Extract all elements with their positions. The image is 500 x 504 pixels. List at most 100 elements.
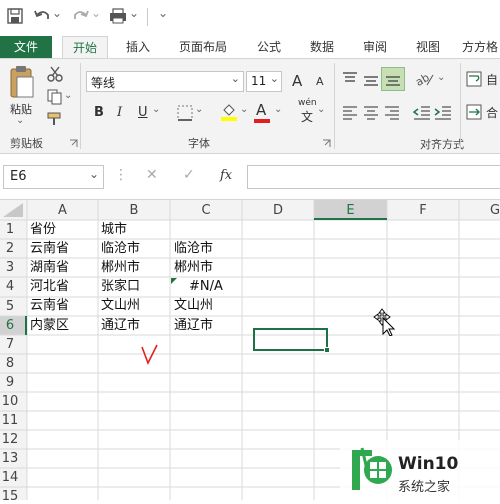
tab-home[interactable]: 开始 xyxy=(62,36,108,59)
column-header-b[interactable]: B xyxy=(98,203,170,218)
cell-c4[interactable]: #N/A xyxy=(189,277,223,296)
row-header[interactable]: 3 xyxy=(0,260,20,275)
wrap-text-label[interactable]: 自 xyxy=(486,71,498,88)
format-painter-icon[interactable] xyxy=(46,111,64,127)
merge-center-icon[interactable] xyxy=(466,104,482,120)
align-center-icon[interactable] xyxy=(362,104,380,120)
cell-a6[interactable]: 内蒙区 xyxy=(30,316,69,335)
tab-data[interactable]: 数据 xyxy=(302,36,342,58)
row-header[interactable]: 15 xyxy=(0,489,20,504)
decrease-font-icon[interactable]: A xyxy=(316,75,324,88)
tab-fangfang[interactable]: 方方格 xyxy=(462,36,500,58)
row-header[interactable]: 5 xyxy=(0,299,20,314)
cell-a1[interactable]: 省份 xyxy=(30,220,56,239)
row-header[interactable]: 7 xyxy=(0,337,20,352)
tab-file[interactable]: 文件 xyxy=(0,36,52,58)
row-header[interactable]: 14 xyxy=(0,470,20,485)
copy-dropdown-icon[interactable]: ⌄ xyxy=(64,90,72,101)
formula-input[interactable] xyxy=(247,165,500,189)
font-color-dropdown-icon[interactable]: ⌄ xyxy=(274,104,282,115)
cell-a3[interactable]: 湖南省 xyxy=(30,258,69,277)
row-header[interactable]: 10 xyxy=(0,394,20,409)
save-icon[interactable] xyxy=(6,7,24,25)
enter-icon[interactable]: ✓ xyxy=(183,167,195,183)
column-header-c[interactable]: C xyxy=(170,203,242,218)
font-size-box[interactable]: 11 ⌄ xyxy=(246,71,282,92)
paste-dropdown-icon[interactable]: ⌄ xyxy=(16,115,24,126)
cell-b3[interactable]: 郴州市 xyxy=(101,258,140,277)
italic-button[interactable]: I xyxy=(117,105,122,120)
phonetic-dropdown-icon[interactable]: ⌄ xyxy=(317,104,325,115)
align-left-icon[interactable] xyxy=(341,104,359,120)
column-header-e[interactable]: E xyxy=(314,203,387,218)
cell-c5[interactable]: 文山州 xyxy=(174,296,213,315)
align-right-icon[interactable] xyxy=(383,104,401,120)
bold-button[interactable]: B xyxy=(94,105,104,120)
fill-handle[interactable] xyxy=(324,347,330,353)
row-header[interactable]: 8 xyxy=(0,356,20,371)
merge-center-label[interactable]: 合 xyxy=(486,104,498,121)
underline-button[interactable]: U xyxy=(138,105,148,120)
cell-a5[interactable]: 云南省 xyxy=(30,296,69,315)
tab-review[interactable]: 审阅 xyxy=(355,36,395,58)
decrease-indent-icon[interactable] xyxy=(413,104,431,120)
clipboard-launcher-icon[interactable] xyxy=(69,139,78,148)
cell-c3[interactable]: 郴州市 xyxy=(174,258,213,277)
increase-indent-icon[interactable] xyxy=(434,104,452,120)
borders-icon[interactable] xyxy=(177,105,193,121)
font-size-dropdown-icon[interactable]: ⌄ xyxy=(270,72,279,85)
cell-b5[interactable]: 文山州 xyxy=(101,296,140,315)
increase-font-icon[interactable]: A xyxy=(292,72,302,90)
cell-a4[interactable]: 河北省 xyxy=(30,277,69,296)
fill-color-dropdown-icon[interactable]: ⌄ xyxy=(240,104,248,115)
tab-page-layout[interactable]: 页面布局 xyxy=(172,36,234,58)
tab-view[interactable]: 视图 xyxy=(408,36,448,58)
copy-icon[interactable] xyxy=(46,88,64,106)
column-header-f[interactable]: F xyxy=(387,203,459,218)
print-preview-icon[interactable] xyxy=(108,8,128,24)
phonetic-guide-icon[interactable]: 文 xyxy=(301,108,313,125)
fill-color-icon[interactable] xyxy=(220,102,238,122)
column-header-a[interactable]: A xyxy=(27,203,98,218)
cell-b4[interactable]: 张家口 xyxy=(101,277,140,296)
cell-a2[interactable]: 云南省 xyxy=(30,239,69,258)
error-indicator-icon[interactable] xyxy=(171,278,178,285)
font-name-box[interactable]: 等线 ⌄ xyxy=(86,71,244,92)
row-header[interactable]: 1 xyxy=(0,222,20,237)
underline-dropdown-icon[interactable]: ⌄ xyxy=(152,104,160,115)
cell-c2[interactable]: 临沧市 xyxy=(174,239,213,258)
align-bottom-button[interactable] xyxy=(381,67,405,91)
cell-b2[interactable]: 临沧市 xyxy=(101,239,140,258)
row-header[interactable]: 13 xyxy=(0,451,20,466)
wrap-text-icon[interactable] xyxy=(466,71,482,87)
row-header[interactable]: 4 xyxy=(0,279,20,294)
name-box-dropdown-icon[interactable]: ⌄ xyxy=(89,167,99,181)
column-header-g[interactable]: G xyxy=(459,203,500,218)
insert-function-icon[interactable]: fx xyxy=(220,168,232,183)
cell-b1[interactable]: 城市 xyxy=(101,220,127,239)
tab-formulas[interactable]: 公式 xyxy=(250,36,288,58)
row-header[interactable]: 2 xyxy=(0,241,20,256)
orientation-icon[interactable]: ab xyxy=(413,69,435,89)
orientation-dropdown-icon[interactable]: ⌄ xyxy=(437,72,445,83)
row-header[interactable]: 6 xyxy=(0,318,20,333)
row-header[interactable]: 11 xyxy=(0,413,20,428)
name-box[interactable]: E6 ⌄ xyxy=(3,165,104,189)
cell-c6[interactable]: 通辽市 xyxy=(174,316,213,335)
borders-dropdown-icon[interactable]: ⌄ xyxy=(195,104,203,115)
redo-dropdown-icon[interactable]: ⌄ xyxy=(91,6,101,20)
customize-qat-icon[interactable]: ⌄ xyxy=(158,6,168,20)
cancel-icon[interactable]: ✕ xyxy=(146,167,158,183)
print-dropdown-icon[interactable]: ⌄ xyxy=(129,6,139,20)
phonetic-pinyin[interactable]: wén xyxy=(298,98,317,108)
font-name-dropdown-icon[interactable]: ⌄ xyxy=(231,72,240,85)
paste-icon[interactable] xyxy=(8,65,36,101)
redo-icon[interactable] xyxy=(72,7,90,25)
column-header-d[interactable]: D xyxy=(242,203,314,218)
cell-b6[interactable]: 通辽市 xyxy=(101,316,140,335)
row-header[interactable]: 9 xyxy=(0,375,20,390)
tab-insert[interactable]: 插入 xyxy=(118,36,158,58)
active-cell-selection[interactable] xyxy=(253,328,328,351)
row-header[interactable]: 12 xyxy=(0,432,20,447)
undo-icon[interactable] xyxy=(33,7,51,25)
